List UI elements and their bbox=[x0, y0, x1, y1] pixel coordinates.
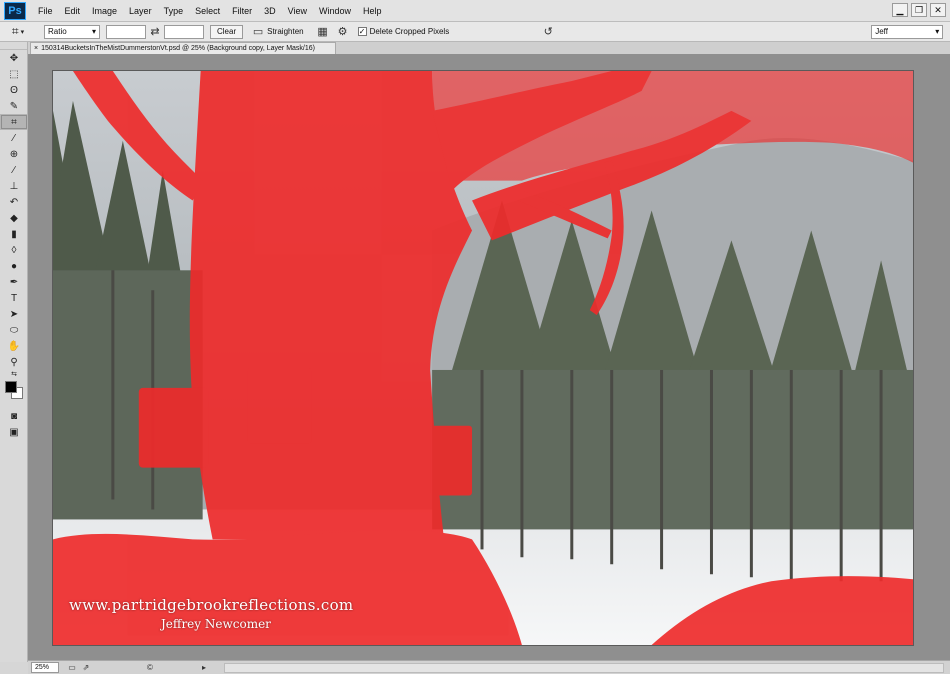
horizontal-scrollbar[interactable] bbox=[224, 663, 944, 673]
document-tab[interactable]: × 150314BucketsInTheMistDummerstonVt.psd… bbox=[30, 42, 336, 54]
overlay-grid-icon[interactable]: ▦ bbox=[314, 24, 332, 40]
chevron-down-icon: ▾ bbox=[91, 27, 96, 36]
options-bar: ⌗ ▾ Ratio ▾ ⇄ Clear ▭ Straighten ▦ ⚙ ✓ Del… bbox=[0, 22, 950, 42]
zoom-tool-icon[interactable]: ⚲ bbox=[0, 354, 28, 370]
crop-height-field[interactable] bbox=[164, 24, 204, 39]
ratio-select-value: Ratio bbox=[48, 27, 67, 36]
close-tab-icon[interactable]: × bbox=[34, 45, 38, 52]
gradient-tool-icon[interactable]: ▮ bbox=[0, 226, 28, 242]
minimize-button[interactable]: ▁ bbox=[892, 3, 908, 17]
brush-tool-icon[interactable]: ∕ bbox=[0, 162, 28, 178]
status-bar: 25% ▭ ⇗ © ▸ bbox=[28, 660, 950, 674]
pen-tool-icon[interactable]: ✒ bbox=[0, 274, 28, 290]
crop-tool-preset-picker[interactable]: ⌗ ▾ bbox=[2, 23, 34, 41]
marquee-tool-icon[interactable]: ⬚ bbox=[0, 66, 28, 82]
document-tab-bar: × 150314BucketsInTheMistDummerstonVt.psd… bbox=[28, 42, 950, 54]
watermark-name: Jeffrey Newcomer bbox=[161, 617, 271, 631]
crop-width-field[interactable] bbox=[106, 24, 146, 39]
clear-button[interactable]: Clear bbox=[210, 24, 244, 39]
menu-help[interactable]: Help bbox=[357, 0, 388, 22]
foreground-color-swatch[interactable] bbox=[5, 381, 17, 393]
dodge-tool-icon[interactable]: ● bbox=[0, 258, 28, 274]
close-button[interactable]: ✕ bbox=[930, 3, 946, 17]
screen-mode-icon[interactable]: ▣ bbox=[0, 424, 28, 440]
straighten-icon[interactable]: ▭ bbox=[249, 24, 267, 40]
workspace-select-value: Jeff bbox=[875, 27, 888, 36]
menu-select[interactable]: Select bbox=[189, 0, 226, 22]
menu-view[interactable]: View bbox=[282, 0, 313, 22]
zoom-level-field[interactable]: 25% bbox=[31, 662, 59, 673]
menu-filter[interactable]: Filter bbox=[226, 0, 258, 22]
history-brush-tool-icon[interactable]: ↶ bbox=[0, 194, 28, 210]
delete-cropped-checkbox[interactable]: ✓ bbox=[357, 27, 367, 36]
quick-selection-tool-icon[interactable]: ✎ bbox=[0, 98, 28, 114]
menu-edit[interactable]: Edit bbox=[59, 0, 87, 22]
chevron-down-icon: ▾ bbox=[935, 27, 940, 36]
copyright-icon: © bbox=[147, 663, 153, 672]
menu-3d[interactable]: 3D bbox=[258, 0, 282, 22]
tools-panel: ✥ ⬚ ʘ ✎ ⌗ ⁄ ⊕ ∕ ⊥ ↶ ◆ ▮ ◊ ● ✒ T ➤ ⬭ ✋ ⚲ … bbox=[0, 42, 28, 662]
ratio-select[interactable]: Ratio ▾ bbox=[44, 24, 100, 39]
crop-icon: ⌗ bbox=[11, 24, 19, 38]
default-colors-icon[interactable]: ⇆ bbox=[0, 370, 28, 378]
healing-brush-tool-icon[interactable]: ⊕ bbox=[0, 146, 28, 162]
panel-grip[interactable] bbox=[0, 42, 27, 50]
photoshop-logo: Ps bbox=[4, 1, 26, 20]
restore-button[interactable]: ❐ bbox=[911, 3, 927, 17]
menu-image[interactable]: Image bbox=[86, 0, 123, 22]
clone-stamp-tool-icon[interactable]: ⊥ bbox=[0, 178, 28, 194]
share-icon[interactable]: ⇗ bbox=[79, 663, 93, 672]
blur-tool-icon[interactable]: ◊ bbox=[0, 242, 28, 258]
chevron-right-icon[interactable]: ▸ bbox=[197, 663, 211, 672]
menu-window[interactable]: Window bbox=[313, 0, 357, 22]
workspace-select[interactable]: Jeff ▾ bbox=[871, 24, 944, 39]
quick-mask-icon[interactable]: ◙ bbox=[0, 408, 28, 424]
menu-bar: Ps File Edit Image Layer Type Select Fil… bbox=[0, 0, 950, 22]
reset-icon[interactable]: ↺ bbox=[539, 24, 557, 40]
swap-dimensions-icon[interactable]: ⇄ bbox=[146, 24, 164, 40]
crop-tool-icon[interactable]: ⌗ bbox=[0, 114, 28, 130]
shape-tool-icon[interactable]: ⬭ bbox=[0, 322, 28, 338]
move-tool-icon[interactable]: ✥ bbox=[0, 50, 28, 66]
eyedropper-tool-icon[interactable]: ⁄ bbox=[0, 130, 28, 146]
path-selection-tool-icon[interactable]: ➤ bbox=[0, 306, 28, 322]
doc-info-icon[interactable]: ▭ bbox=[65, 663, 79, 672]
delete-cropped-label: Delete Cropped Pixels bbox=[369, 27, 450, 36]
hand-tool-icon[interactable]: ✋ bbox=[0, 338, 28, 354]
watermark-url: www.partridgebrookreflections.com bbox=[69, 596, 354, 614]
window-controls: ▁ ❐ ✕ bbox=[892, 3, 946, 17]
straighten-label[interactable]: Straighten bbox=[267, 27, 303, 36]
color-swatches bbox=[0, 378, 28, 408]
document-canvas[interactable]: www.partridgebrookreflections.com Jeffre… bbox=[52, 70, 914, 646]
eraser-tool-icon[interactable]: ◆ bbox=[0, 210, 28, 226]
menu-layer[interactable]: Layer bbox=[123, 0, 158, 22]
menu-type[interactable]: Type bbox=[158, 0, 190, 22]
chevron-down-icon: ▾ bbox=[20, 28, 25, 36]
type-tool-icon[interactable]: T bbox=[0, 290, 28, 306]
menu-file[interactable]: File bbox=[32, 0, 59, 22]
photo-with-mask-overlay bbox=[53, 71, 913, 645]
lasso-tool-icon[interactable]: ʘ bbox=[0, 82, 28, 98]
document-tab-title: 150314BucketsInTheMistDummerstonVt.psd @… bbox=[41, 45, 315, 52]
gear-icon[interactable]: ⚙ bbox=[334, 24, 352, 40]
